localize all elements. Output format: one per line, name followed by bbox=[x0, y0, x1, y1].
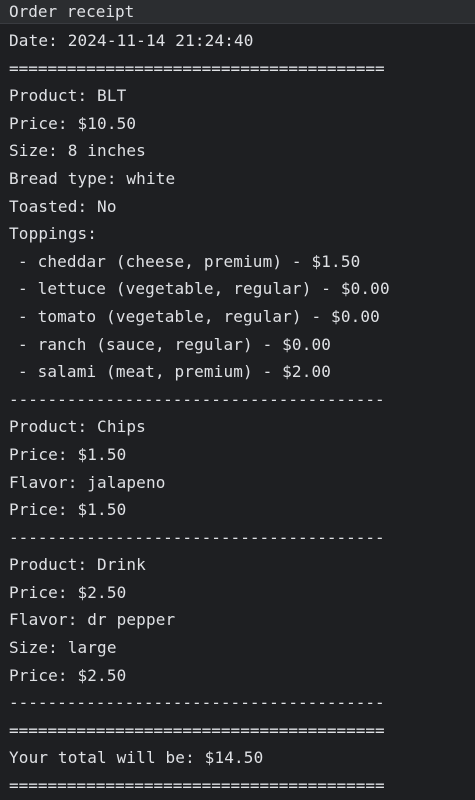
separator-double: ======================================= bbox=[9, 776, 385, 796]
date-line: Date: 2024-11-14 21:24:40 bbox=[9, 31, 254, 50]
drink-price-line-2: Price: $2.50 bbox=[9, 665, 127, 685]
chips-price-line-2: Price: $1.50 bbox=[9, 500, 127, 520]
receipt-title: Order receipt bbox=[0, 1, 475, 24]
sandwich-size-line: Size: 8 inches bbox=[9, 141, 146, 161]
console-output: Order receipt Date: 2024-11-14 21:24:40 … bbox=[0, 0, 475, 797]
separator-single: --------------------------------------- bbox=[9, 527, 385, 547]
topping-item: - ranch (sauce, regular) - $0.00 bbox=[18, 334, 332, 354]
topping-item: - lettuce (vegetable, regular) - $0.00 bbox=[18, 279, 390, 299]
drink-flavor-line: Flavor: dr pepper bbox=[9, 610, 176, 630]
topping-item: - cheddar (cheese, premium) - $1.50 bbox=[18, 251, 361, 271]
separator-double: ======================================= bbox=[9, 720, 385, 740]
total-line: Your total will be: $14.50 bbox=[9, 748, 264, 768]
chips-price-line: Price: $1.50 bbox=[9, 444, 127, 464]
toppings-label: Toppings: bbox=[9, 224, 98, 244]
drink-product-line: Product: Drink bbox=[9, 555, 146, 575]
drink-size-line: Size: large bbox=[9, 638, 117, 658]
chips-flavor-line: Flavor: jalapeno bbox=[9, 472, 166, 492]
separator-double: ======================================= bbox=[9, 58, 385, 78]
drink-price-line: Price: $2.50 bbox=[9, 582, 127, 602]
chips-product-line: Product: Chips bbox=[9, 417, 146, 437]
separator-single: --------------------------------------- bbox=[9, 693, 385, 713]
sandwich-bread-line: Bread type: white bbox=[9, 168, 176, 188]
sandwich-product-line: Product: BLT bbox=[9, 86, 127, 106]
topping-item: - salami (meat, premium) - $2.00 bbox=[18, 362, 332, 382]
separator-single: --------------------------------------- bbox=[9, 389, 385, 409]
receipt-lines: Date: 2024-11-14 21:24:40 ==============… bbox=[0, 24, 475, 800]
sandwich-toasted-line: Toasted: No bbox=[9, 196, 117, 216]
topping-item: - tomato (vegetable, regular) - $0.00 bbox=[18, 306, 380, 326]
sandwich-price-line: Price: $10.50 bbox=[9, 113, 137, 133]
